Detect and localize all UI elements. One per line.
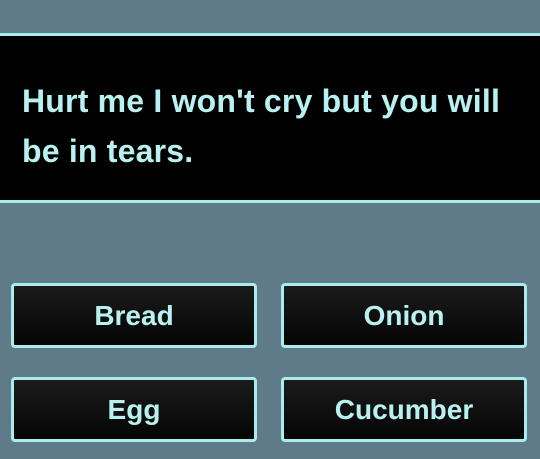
answer-button-bread[interactable]: Bread <box>11 283 257 348</box>
answer-label: Cucumber <box>334 393 474 425</box>
answer-label: Onion <box>363 299 445 331</box>
answer-button-egg[interactable]: Egg <box>11 377 257 442</box>
answer-grid: Bread Onion Egg Cucumber <box>0 0 540 459</box>
answer-button-onion[interactable]: Onion <box>281 283 527 348</box>
answer-label: Bread <box>94 299 174 331</box>
answer-label: Egg <box>107 393 161 425</box>
answer-button-cucumber[interactable]: Cucumber <box>281 377 527 442</box>
